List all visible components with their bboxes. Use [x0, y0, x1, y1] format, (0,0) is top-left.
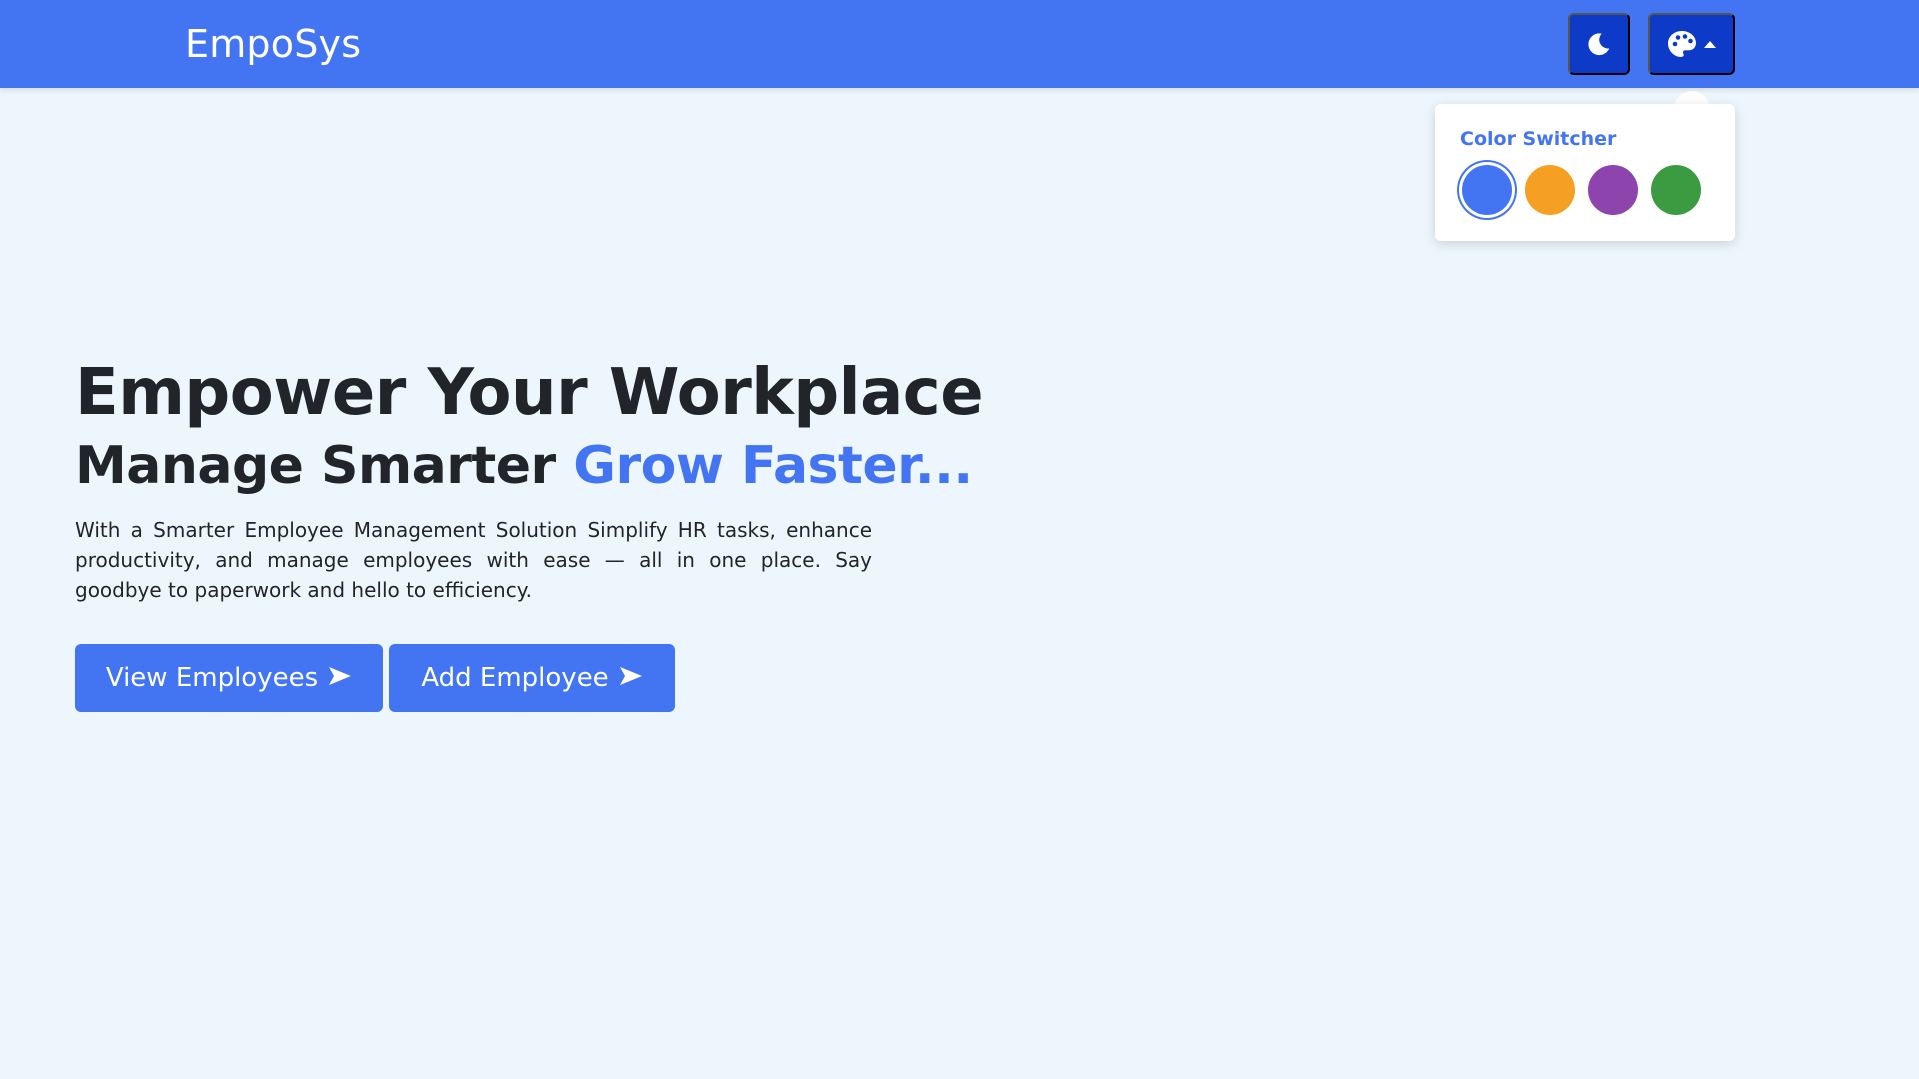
theme-toggle-button[interactable] — [1568, 13, 1630, 75]
palette-icon — [1667, 30, 1697, 58]
add-employee-label: Add Employee — [421, 663, 609, 693]
swatch-green[interactable] — [1651, 165, 1701, 215]
hero-heading: Empower Your Workplace — [75, 356, 984, 430]
swatch-purple[interactable] — [1588, 165, 1638, 215]
color-switcher-toggle-button[interactable] — [1648, 13, 1735, 75]
hero-subheading-accent: Grow Faster... — [573, 436, 973, 496]
add-employee-button[interactable]: Add Employee — [389, 644, 675, 712]
color-switcher-popover: Color Switcher — [1435, 104, 1735, 241]
view-employees-label: View Employees — [105, 663, 319, 693]
navbar: EmpoSys — [0, 0, 1919, 88]
swatch-blue[interactable] — [1462, 165, 1512, 215]
color-switcher-title: Color Switcher — [1460, 128, 1617, 150]
moon-icon — [1586, 31, 1612, 57]
hero-subheading-prefix: Manage Smarter — [75, 436, 556, 496]
swatch-orange[interactable] — [1525, 165, 1575, 215]
caret-up-icon — [1703, 39, 1717, 49]
hero-description: With a Smarter Employee Management Solut… — [75, 518, 872, 602]
view-employees-button[interactable]: View Employees — [75, 644, 383, 712]
brand-logo-text[interactable]: EmpoSys — [185, 22, 361, 66]
hero-subheading: Manage Smarter Grow Faster... — [75, 436, 973, 496]
color-swatch-list — [1462, 165, 1701, 215]
arrow-right-icon — [328, 663, 352, 693]
arrow-right-icon — [619, 663, 643, 693]
